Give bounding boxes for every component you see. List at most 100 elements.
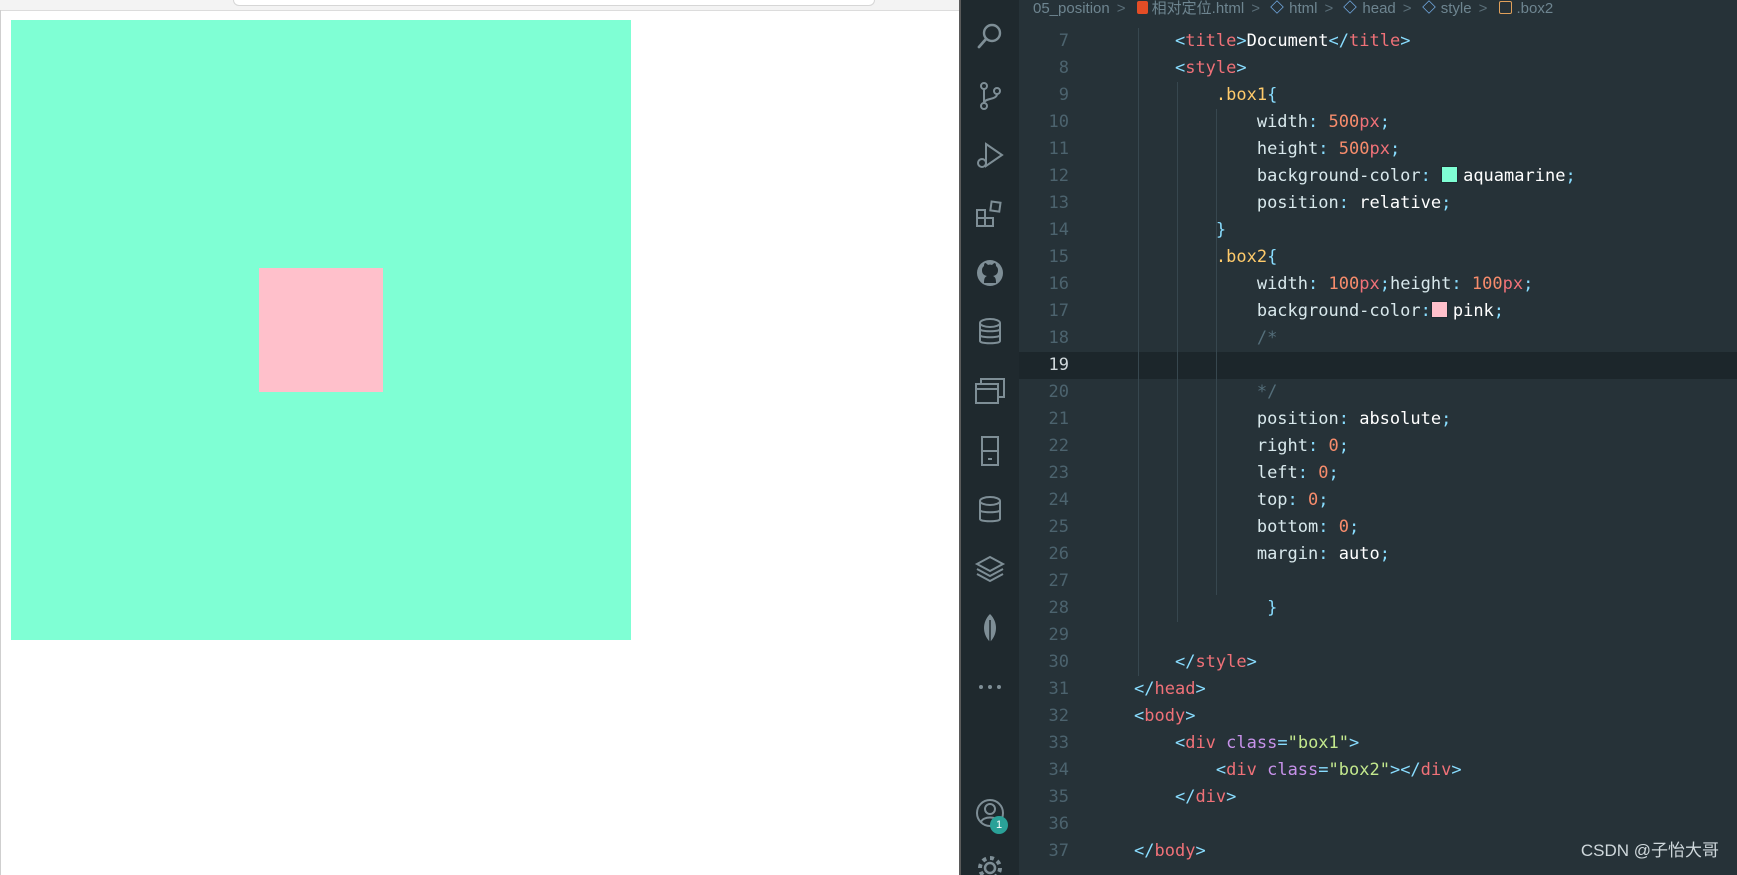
line-number: 9 [1058,85,1069,105]
windows-icon[interactable] [974,375,1006,407]
code-text: height: 500px; [1256,139,1401,159]
code-text: right: 0; [1256,436,1349,456]
indent-guide [1216,109,1217,595]
code-line[interactable]: 31 </head> [1019,676,1737,703]
code-text: <div class="box1"> [1174,733,1360,753]
code-line[interactable]: 21 position: absolute; [1019,406,1737,433]
code-line[interactable]: 36 [1019,811,1737,838]
code-text: </body> [1134,841,1206,861]
line-number: 13 [1048,193,1069,213]
line-number: 10 [1048,112,1069,132]
color-swatch[interactable] [1430,301,1448,318]
code-line[interactable]: 22 right: 0; [1019,433,1737,460]
line-number: 12 [1048,166,1069,186]
run-debug-icon[interactable] [974,139,1006,171]
line-number: 25 [1048,517,1069,537]
code-text: </style> [1174,652,1257,672]
activity-bar: 1 [961,0,1019,875]
code-line[interactable]: 30 </style> [1019,649,1737,676]
line-number: 32 [1048,706,1069,726]
code-line[interactable]: 28 } [1019,595,1737,622]
code-line[interactable]: 23 left: 0; [1019,460,1737,487]
code-text: .box1{ [1215,85,1278,105]
line-number: 11 [1048,139,1069,159]
indent-guide [1138,28,1139,676]
code-line[interactable]: 24 top: 0; [1019,487,1737,514]
code-line[interactable]: 8 <style> [1019,55,1737,82]
code-line[interactable]: 15 .box2{ [1019,244,1737,271]
code-text: <div class="box2"></div> [1215,760,1462,780]
code-text: margin: auto; [1256,544,1390,564]
code-line[interactable]: 12 background-color: aquamarine; [1019,163,1737,190]
line-number: 31 [1048,679,1069,699]
browser-preview [0,0,959,875]
line-number: 19 [1048,355,1069,375]
search-icon[interactable] [974,20,1006,52]
window-edge [0,10,1,875]
line-number: 37 [1048,841,1069,861]
database-icon[interactable] [974,316,1006,348]
code-area[interactable]: 7 <title>Document</title> 8 <style> 9 .box… [1019,0,1737,875]
code-line[interactable]: 9 .box1{ [1019,82,1737,109]
address-bar[interactable] [233,0,875,6]
code-text: width: 500px; [1256,112,1390,132]
code-text: background-color: pink; [1256,301,1505,321]
code-text: bottom: 0; [1256,517,1360,537]
line-number: 30 [1048,652,1069,672]
code-line[interactable]: 14 } [1019,217,1737,244]
code-text: } [1215,220,1227,240]
code-line[interactable]: 13 position: relative; [1019,190,1737,217]
code-line[interactable]: 18 /* [1019,325,1737,352]
settings-icon[interactable] [974,852,1006,875]
code-text: <style> [1174,58,1247,78]
code-line[interactable]: 33 <div class="box1"> [1019,730,1737,757]
github-icon[interactable] [974,257,1006,289]
code-line[interactable]: 25 bottom: 0; [1019,514,1737,541]
line-number: 35 [1048,787,1069,807]
color-swatch[interactable] [1441,166,1459,183]
code-line[interactable]: 35 </div> [1019,784,1737,811]
line-number: 8 [1058,58,1069,78]
line-number: 22 [1048,436,1069,456]
code-text: } [1267,598,1278,618]
code-text: <body> [1134,706,1196,726]
line-number: 27 [1048,571,1069,591]
code-line[interactable]: 29 [1019,622,1737,649]
line-number: 21 [1048,409,1069,429]
code-line[interactable]: 32 <body> [1019,703,1737,730]
extensions-icon[interactable] [974,198,1006,230]
code-line[interactable]: 27 [1019,568,1737,595]
code-line[interactable]: 10 width: 500px; [1019,109,1737,136]
line-number: 26 [1048,544,1069,564]
code-text: </head> [1134,679,1206,699]
watermark: CSDN @子怡大哥 [1580,841,1719,860]
source-control-icon[interactable] [974,80,1006,112]
account-badge: 1 [990,816,1008,834]
code-line[interactable]: 20 */ [1019,379,1737,406]
database2-icon[interactable] [974,494,1006,526]
code-line[interactable]: 17 background-color: pink; [1019,298,1737,325]
code-text: position: relative; [1256,193,1452,213]
line-number: 14 [1048,220,1069,240]
code-text: background-color: aquamarine; [1256,166,1576,186]
code-text: width: 100px;height: 100px; [1256,274,1534,294]
box1-aquamarine [11,20,631,640]
code-text: */ [1256,382,1278,402]
code-line[interactable]: 11 height: 500px; [1019,136,1737,163]
line-number: 18 [1048,328,1069,348]
code-text: /* [1256,328,1278,348]
leaf-icon[interactable] [974,612,1006,644]
line-number: 24 [1048,490,1069,510]
code-text: </div> [1174,787,1237,807]
line-number: 34 [1048,760,1069,780]
code-line[interactable]: 34 <div class="box2"></div> [1019,757,1737,784]
code-line[interactable]: 19 [1019,352,1737,379]
code-text: position: absolute; [1256,409,1452,429]
box2-pink [259,268,383,392]
code-line[interactable]: 7 <title>Document</title> [1019,28,1737,55]
device-icon[interactable] [974,435,1006,467]
code-line[interactable]: 26 margin: auto; [1019,541,1737,568]
code-line[interactable]: 16 width: 100px;height: 100px; [1019,271,1737,298]
more-icon[interactable] [974,671,1006,703]
layers-icon[interactable] [974,553,1006,585]
